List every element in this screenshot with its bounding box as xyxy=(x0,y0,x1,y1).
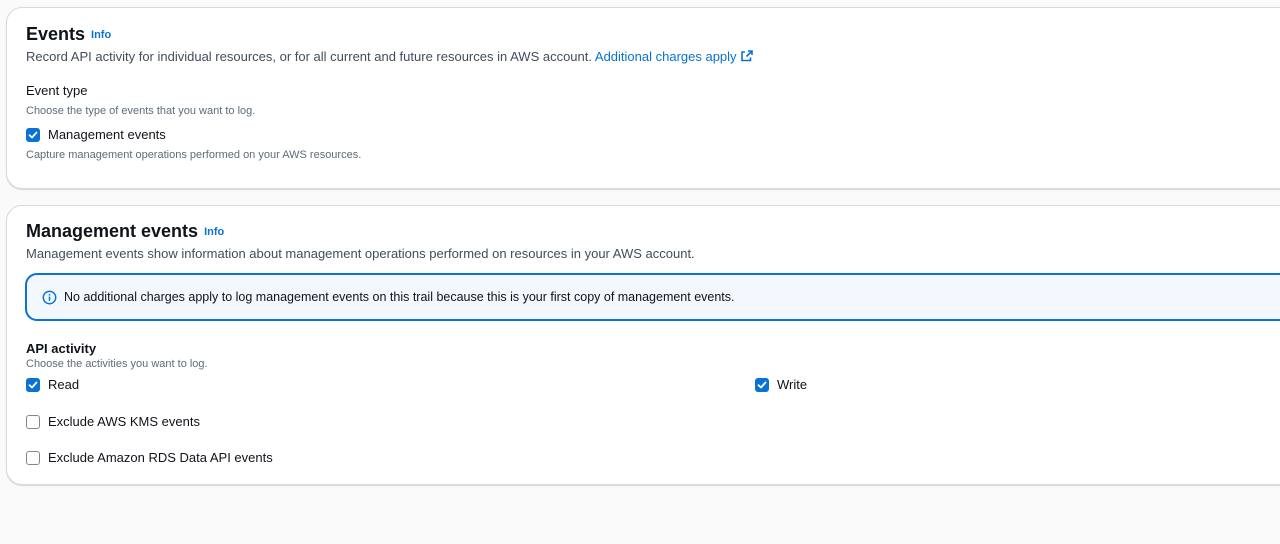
api-activity-label: API activity xyxy=(26,341,97,356)
external-link-icon xyxy=(740,50,753,62)
read-checkbox[interactable]: Read xyxy=(26,377,79,392)
events-heading: Events Info xyxy=(26,24,111,45)
management-heading: Management events Info xyxy=(26,221,224,242)
checkbox-checked-icon[interactable] xyxy=(26,127,40,142)
write-label: Write xyxy=(777,377,808,392)
event-type-hint: Choose the type of events that you want … xyxy=(26,105,256,117)
management-events-checkbox[interactable]: Management events xyxy=(26,127,166,142)
management-events-panel: Management events Info Management events … xyxy=(6,205,1280,485)
api-activity-hint: Choose the activities you want to log. xyxy=(26,358,208,370)
events-description: Record API activity for individual resou… xyxy=(26,49,753,64)
checkbox-checked-icon[interactable] xyxy=(26,377,40,392)
management-description: Management events show information about… xyxy=(26,246,695,261)
additional-charges-link-text[interactable]: Additional charges apply xyxy=(595,49,737,64)
additional-charges-link[interactable]: Additional charges apply xyxy=(595,49,753,64)
write-checkbox[interactable]: Write xyxy=(755,377,807,392)
management-info-link[interactable]: Info xyxy=(204,226,224,238)
exclude-rds-checkbox[interactable]: Exclude Amazon RDS Data API events xyxy=(26,450,273,465)
exclude-rds-label: Exclude Amazon RDS Data API events xyxy=(48,450,273,465)
alert-message: No additional charges apply to log manag… xyxy=(64,290,735,304)
exclude-kms-label: Exclude AWS KMS events xyxy=(48,414,200,429)
info-alert: No additional charges apply to log manag… xyxy=(25,273,1280,321)
management-events-label: Management events xyxy=(48,127,166,142)
exclude-kms-checkbox[interactable]: Exclude AWS KMS events xyxy=(26,414,200,429)
event-type-label: Event type xyxy=(26,83,88,98)
events-panel: Events Info Record API activity for indiv… xyxy=(6,7,1280,189)
read-label: Read xyxy=(48,377,80,392)
checkbox-unchecked-icon[interactable] xyxy=(26,450,40,465)
management-title: Management events xyxy=(26,221,199,241)
events-info-link[interactable]: Info xyxy=(91,29,111,41)
checkbox-checked-icon[interactable] xyxy=(755,377,769,392)
info-circle-icon xyxy=(42,290,57,305)
management-events-description: Capture management operations performed … xyxy=(26,149,362,161)
checkbox-unchecked-icon[interactable] xyxy=(26,414,40,429)
events-description-text: Record API activity for individual resou… xyxy=(26,49,592,64)
events-title: Events xyxy=(26,24,86,44)
